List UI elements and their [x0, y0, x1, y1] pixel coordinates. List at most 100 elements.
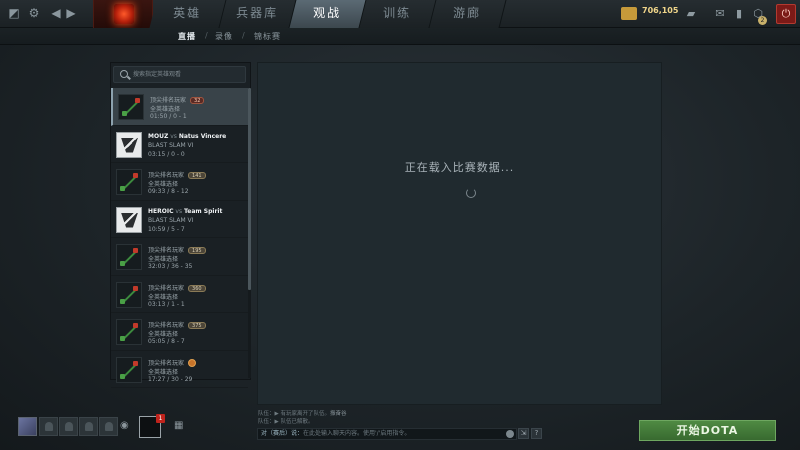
party-slot[interactable]	[59, 417, 78, 436]
person-icon	[65, 422, 73, 431]
back-arrow-icon[interactable]: ◀	[48, 5, 64, 21]
list-item[interactable]: 顶尖排名玩家 375 全英雄选择 05:05 / 8 - 7	[111, 313, 248, 351]
vs-label: vs	[175, 207, 183, 215]
store-icon[interactable]: ▰	[683, 6, 699, 22]
group-icon[interactable]: ▦	[174, 420, 183, 431]
match-mode: 全英雄选择	[148, 293, 179, 301]
list-item[interactable]: 顶尖排名玩家 全英雄选择 17:27 / 30 - 29	[111, 351, 248, 388]
match-mode: 全英雄选择	[148, 181, 179, 188]
match-time-score: 09:33 / 8 - 12	[148, 188, 189, 195]
party-slot[interactable]	[39, 417, 58, 436]
tab-label: 观战	[313, 6, 342, 20]
search-icon	[120, 70, 128, 78]
tab-arcade[interactable]: 游廊	[429, 0, 507, 28]
chat-input[interactable]: 对（赛后）说：在此处输入聊天内容。使用'/'启用指令。	[257, 428, 517, 440]
match-title: 顶尖排名玩家 360	[148, 283, 206, 292]
minimap-thumbnail	[116, 319, 142, 345]
minimap-thumbnail	[116, 169, 142, 195]
list-scrollbar[interactable]	[248, 88, 251, 378]
list-item[interactable]: MOUZ vs Natus Vincere BLAST SLAM VI 03:1…	[111, 126, 248, 163]
play-dota-button[interactable]: 开始DOTA	[639, 420, 776, 441]
tournament-name: BLAST SLAM VI	[148, 141, 194, 149]
dota-logo-icon	[114, 4, 134, 24]
chat-line: 队伍：▶ 有玩家离开了队伍。振奋谷	[258, 410, 548, 418]
list-item[interactable]: 顶尖排名玩家 32 全英雄选择 01:50 / 0 - 1	[111, 88, 248, 126]
match-title-text: 顶尖排名玩家	[148, 172, 185, 179]
search-placeholder: 搜索指定英雄观看	[133, 71, 182, 78]
mail-icon[interactable]: ✉	[712, 6, 728, 22]
sub-nav: 直播 / 录像 / 锦标赛	[0, 28, 800, 45]
list-item[interactable]: HEROIC vs Team Spirit BLAST SLAM VI 10:5…	[111, 201, 248, 238]
match-mode: 全英雄选择	[148, 368, 179, 376]
chat-help-button[interactable]: ?	[531, 428, 542, 439]
subnav-tournaments[interactable]: 锦标赛	[254, 31, 281, 42]
list-item[interactable]: 顶尖排名玩家 141 全英雄选择 09:33 / 8 - 12	[111, 163, 248, 201]
party-slot[interactable]	[79, 417, 98, 436]
match-time-score: 17:27 / 30 - 29	[148, 375, 193, 383]
list-item[interactable]: 顶尖排名玩家 195 全英雄选择 32:03 / 36 - 35	[111, 238, 248, 276]
voice-chat-icon[interactable]: ◉	[120, 420, 129, 431]
minimap-thumbnail	[116, 244, 142, 270]
tools-icon[interactable]: ▮	[731, 6, 747, 22]
match-title: 顶尖排名玩家 32	[150, 95, 205, 104]
match-title: MOUZ vs Natus Vincere	[148, 133, 226, 140]
match-time-score: 03:15 / 0 - 0	[148, 150, 185, 158]
match-title-text: 顶尖排名玩家	[148, 247, 185, 254]
tournament-logo	[116, 131, 142, 158]
minimap-thumbnail	[118, 94, 144, 120]
match-mode: 全英雄选择	[148, 256, 179, 263]
hero-search-input[interactable]: 搜索指定英雄观看	[113, 66, 246, 83]
main-nav: 英雄 兵器库 观战 训练 游廊	[149, 0, 507, 28]
match-time-score: 32:03 / 36 - 35	[148, 263, 193, 270]
tab-label: 兵器库	[236, 6, 279, 20]
subnav-live[interactable]: 直播	[178, 31, 196, 42]
chat-text: ▶ 有玩家离开了队伍。	[274, 411, 330, 417]
subnav-replays[interactable]: 录像	[215, 31, 233, 42]
match-time-score: 10:59 / 5 - 7	[148, 225, 185, 233]
medal-icon	[188, 359, 197, 367]
person-icon	[85, 422, 93, 431]
match-title: 顶尖排名玩家 141	[148, 170, 206, 179]
loading-spinner-icon	[466, 188, 476, 198]
power-icon: ⏻	[781, 7, 791, 20]
team-b: Team Spirit	[184, 207, 223, 215]
tab-heroes[interactable]: 英雄	[149, 0, 227, 28]
team-a: MOUZ	[148, 132, 169, 140]
chat-highlight: 振奋谷	[330, 411, 347, 417]
match-mode: 全英雄选择	[148, 331, 179, 338]
emoticon-icon[interactable]	[506, 430, 514, 438]
tab-learn[interactable]: 训练	[359, 0, 437, 28]
rank-badge: 141	[188, 172, 206, 179]
power-button[interactable]: ⏻	[776, 4, 796, 24]
match-title: HEROIC vs Team Spirit	[148, 208, 222, 215]
rank-badge: 360	[188, 284, 206, 292]
live-match-list-panel: 搜索指定英雄观看 顶尖排名玩家 32 全英雄选择 01:50 / 0 - 1 MO…	[110, 62, 251, 388]
subnav-separator: /	[242, 31, 245, 40]
rank-badge: 195	[188, 247, 206, 254]
gear-icon[interactable]: ⚙	[26, 5, 42, 21]
list-item[interactable]: 顶尖排名玩家 360 全英雄选择 03:13 / 1 - 1	[111, 276, 248, 313]
match-title: 顶尖排名玩家 375	[148, 320, 206, 329]
friends-notification-badge: 1	[156, 414, 165, 423]
chat-placeholder: 在此处输入聊天内容。使用'/'启用指令。	[303, 430, 411, 437]
chat-log: 队伍：▶ 有玩家离开了队伍。振奋谷 队伍：▶ 队伍已解散。	[258, 410, 548, 426]
party-slot[interactable]	[99, 417, 118, 436]
match-time-score: 03:13 / 1 - 1	[148, 300, 185, 308]
gold-icon	[621, 7, 637, 20]
exit-icon[interactable]: ◩	[6, 5, 22, 21]
chat-expand-button[interactable]: ⇲	[518, 428, 529, 439]
match-mode: 全英雄选择	[150, 106, 181, 113]
avatar[interactable]	[18, 417, 37, 436]
person-icon	[105, 422, 113, 431]
dota-logo-button[interactable]	[93, 0, 153, 28]
tab-watch[interactable]: 观战	[289, 0, 367, 28]
chat-channel-label[interactable]: 对（赛后）说：	[261, 430, 303, 437]
match-title: 顶尖排名玩家 195	[148, 245, 206, 254]
scrollbar-thumb[interactable]	[248, 88, 251, 290]
chat-text: ▶ 队伍已解散。	[274, 419, 314, 425]
tab-armory[interactable]: 兵器库	[219, 0, 297, 28]
loading-message: 正在载入比赛数据...	[404, 161, 515, 174]
match-time-score: 01:50 / 0 - 1	[150, 113, 187, 120]
team-a: HEROIC	[148, 207, 174, 215]
forward-arrow-icon[interactable]: ▶	[63, 5, 79, 21]
